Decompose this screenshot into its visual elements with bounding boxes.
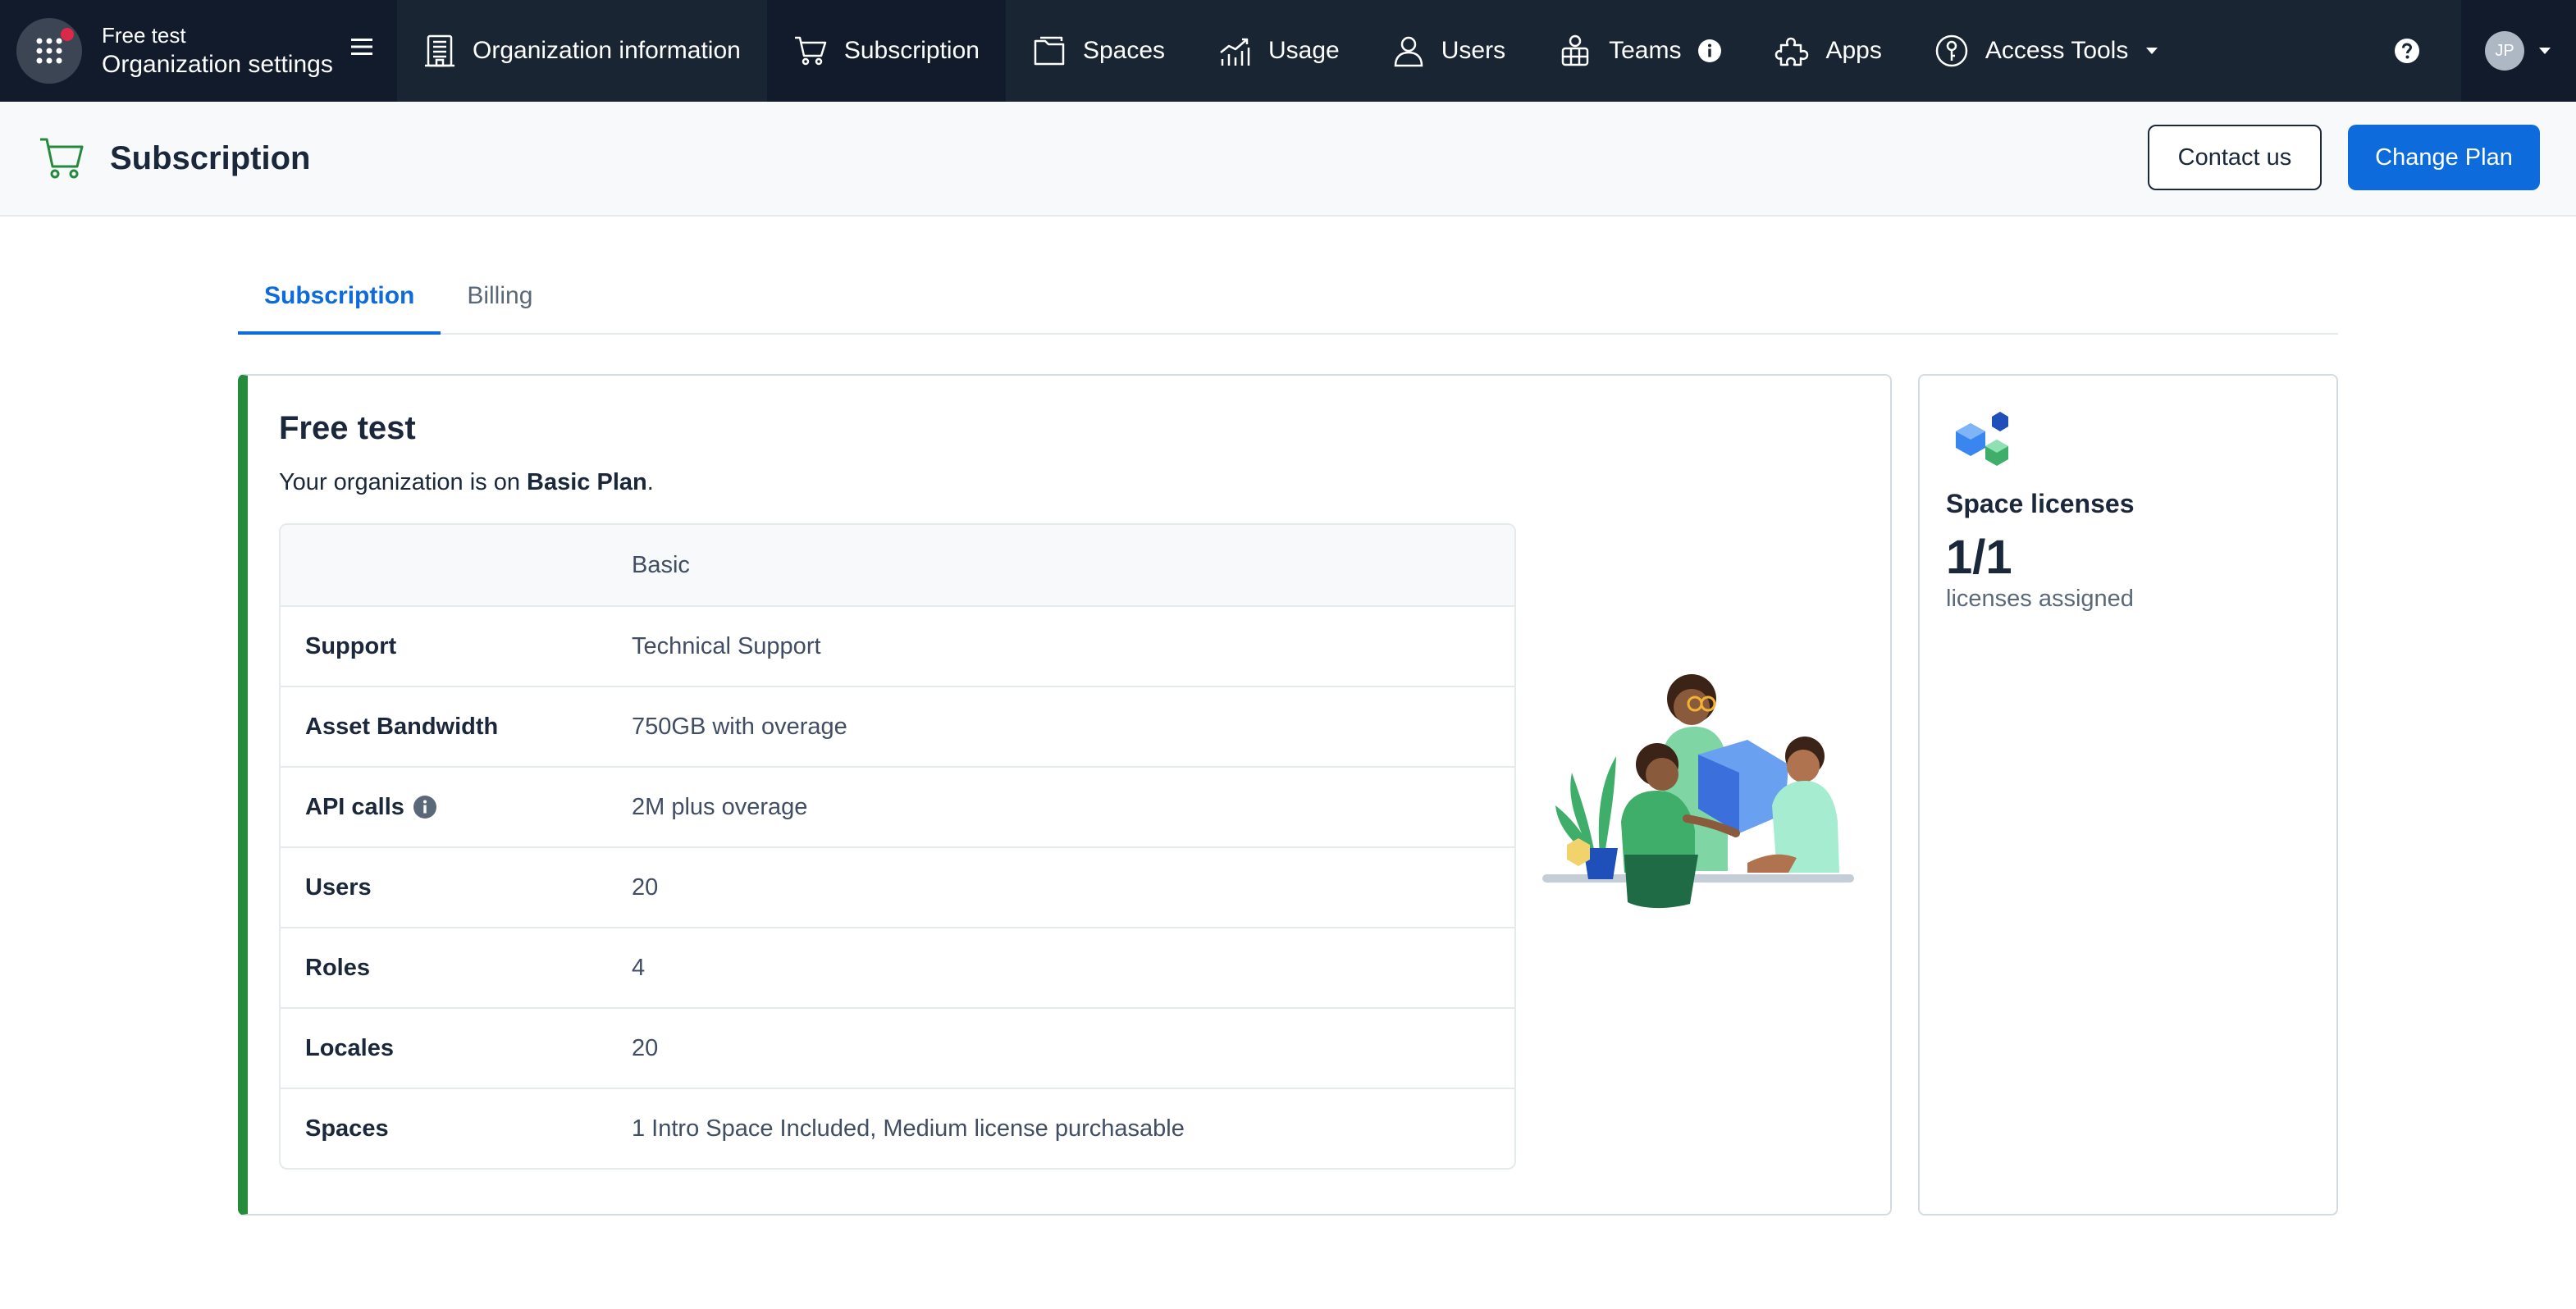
user-menu[interactable]: JP (2461, 0, 2576, 102)
page-header: Subscription Contact us Change Plan (0, 102, 2576, 217)
avatar: JP (2485, 31, 2524, 71)
table-row: Roles 4 (281, 927, 1514, 1007)
team-icon (1561, 34, 1589, 66)
nav-item-users[interactable]: Users (1366, 0, 1532, 102)
change-plan-button[interactable]: Change Plan (2348, 125, 2540, 190)
nav-right: JP (2394, 0, 2576, 102)
licenses-count: 1/1 (1946, 531, 2012, 584)
table-row: Locales 20 (281, 1007, 1514, 1088)
row-value: 4 (632, 954, 646, 981)
row-label: Asset Bandwidth (305, 713, 499, 740)
plan-title: Free test (279, 410, 416, 446)
page-title: Subscription (110, 139, 311, 176)
row-label-api-calls: API calls (281, 794, 632, 821)
plan-desc-prefix: Your organization is on (279, 469, 528, 495)
team-illustration (1542, 674, 1854, 909)
plan-card: Free test Your organization is on Basic … (238, 374, 1892, 1216)
tab-subscription[interactable]: Subscription (238, 266, 441, 335)
row-value: 1 Intro Space Included, Medium license p… (632, 1115, 1185, 1142)
row-value: 20 (632, 873, 659, 901)
nav-item-spaces[interactable]: Spaces (1006, 0, 1191, 102)
table-row: Asset Bandwidth 750GB with overage (281, 686, 1514, 766)
cart-icon (794, 36, 827, 66)
org-section-label: Organization settings (102, 51, 333, 78)
plan-desc-suffix: . (646, 469, 654, 495)
user-icon (1394, 36, 1423, 67)
info-icon[interactable] (413, 795, 437, 819)
org-switcher: Free test Organization settings (0, 0, 397, 102)
nav-label: Apps (1825, 37, 1882, 64)
tab-billing[interactable]: Billing (441, 266, 559, 333)
help-icon[interactable] (2394, 38, 2420, 64)
table-row: API calls 2M plus overage (281, 766, 1514, 846)
plan-name: Basic Plan (527, 469, 647, 495)
nav-item-apps[interactable]: Apps (1748, 0, 1907, 102)
row-label-text: API calls (305, 793, 404, 820)
licenses-title: Space licenses (1946, 489, 2135, 518)
chevron-down-icon (2539, 48, 2551, 54)
table-row: Spaces 1 Intro Space Included, Medium li… (281, 1088, 1514, 1168)
nav-item-access-tools[interactable]: Access Tools (1908, 0, 2186, 102)
chevron-down-icon (2146, 48, 2158, 54)
tab-bar: Subscription Billing (238, 266, 2338, 335)
cart-icon (40, 138, 84, 179)
nav-item-teams[interactable]: Teams (1532, 0, 1748, 102)
plan-features-table: Basic Support Technical Support Asset Ba… (279, 523, 1516, 1170)
puzzle-icon (1775, 37, 1809, 66)
nav-label: Organization information (473, 37, 741, 64)
nav-items: Organization information Subscription Sp… (397, 0, 2185, 102)
licenses-subtitle: licenses assigned (1946, 586, 2134, 612)
table-header-plan: Basic (632, 551, 690, 578)
hamburger-menu-icon[interactable] (348, 33, 376, 61)
row-value: 20 (632, 1034, 659, 1061)
nav-label: Usage (1268, 37, 1340, 64)
row-label: Support (305, 632, 397, 659)
plan-description: Your organization is on Basic Plan. (279, 469, 654, 496)
row-value: 2M plus overage (632, 793, 808, 820)
nav-item-organization-information[interactable]: Organization information (397, 0, 767, 102)
row-value: 750GB with overage (632, 713, 847, 740)
app-launcher-button[interactable] (16, 18, 82, 84)
row-value: Technical Support (632, 632, 821, 659)
table-header-row: Basic (281, 525, 1514, 605)
nav-item-subscription[interactable]: Subscription (766, 0, 1006, 102)
contact-us-button[interactable]: Contact us (2148, 125, 2322, 190)
row-label: Spaces (305, 1115, 389, 1142)
space-licenses-card: Space licenses 1/1 licenses assigned (1918, 374, 2338, 1216)
nav-label: Users (1441, 37, 1506, 64)
table-row: Support Technical Support (281, 605, 1514, 686)
row-label: Locales (305, 1034, 394, 1061)
grid-icon (36, 38, 62, 64)
nav-label: Subscription (843, 37, 980, 64)
info-icon[interactable] (1697, 39, 1722, 63)
nav-label: Spaces (1082, 37, 1166, 64)
folder-icon (1034, 36, 1065, 66)
key-icon (1935, 34, 1968, 67)
cubes-icon (1956, 412, 2008, 466)
row-label: Roles (305, 954, 370, 981)
nav-label: Teams (1609, 37, 1682, 64)
building-icon (425, 34, 454, 67)
nav-label: Access Tools (1985, 37, 2129, 64)
header-actions: Contact us Change Plan (2148, 125, 2540, 190)
nav-item-usage[interactable]: Usage (1191, 0, 1366, 102)
row-label: Users (305, 873, 372, 901)
top-navigation: Free test Organization settings Organiza… (0, 0, 2576, 102)
table-row: Users 20 (281, 846, 1514, 927)
notification-dot (61, 28, 74, 41)
chart-icon (1220, 38, 1250, 66)
org-info[interactable]: Free test Organization settings (102, 21, 333, 80)
org-name: Free test (102, 23, 186, 48)
